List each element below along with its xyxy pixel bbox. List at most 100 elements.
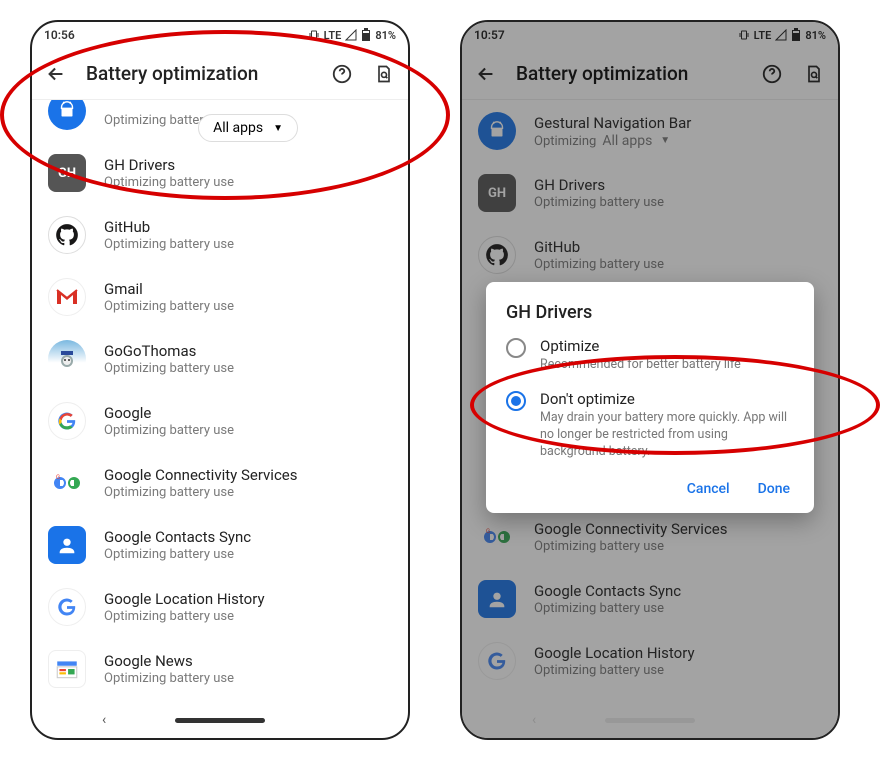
app-row[interactable]: Google Location History Optimizing batte…: [32, 576, 408, 638]
chevron-down-icon: ▼: [660, 135, 670, 146]
nav-bar: ‹: [32, 702, 408, 738]
app-icon: G: [478, 518, 516, 556]
app-name: Google Connectivity Services: [104, 466, 298, 484]
app-name: GH Drivers: [104, 156, 234, 174]
signal-icon: [775, 29, 787, 41]
status-time: 10:56: [44, 28, 75, 42]
app-name: Google Contacts Sync: [534, 582, 681, 600]
option-desc: Recommended for better battery life: [540, 357, 741, 374]
app-icon: [478, 236, 516, 274]
back-icon[interactable]: [44, 62, 68, 86]
app-icon: [48, 216, 86, 254]
page-title: Battery optimization: [86, 62, 312, 85]
status-right: LTE 81%: [308, 28, 396, 42]
filter-dropdown[interactable]: All apps ▼: [198, 114, 298, 142]
app-row[interactable]: Google News Optimizing battery use: [462, 692, 838, 702]
app-name: Google Connectivity Services: [534, 520, 728, 538]
app-status: Optimizing battery use: [534, 195, 664, 210]
app-name: GitHub: [104, 218, 234, 236]
nav-back-icon[interactable]: ‹: [102, 712, 106, 728]
optimization-dialog: GH Drivers Optimize Recommended for bett…: [486, 282, 814, 513]
back-icon[interactable]: [474, 62, 498, 86]
app-icon: GH: [48, 154, 86, 192]
vibrate-icon: [738, 29, 750, 41]
radio-unchecked-icon[interactable]: [506, 338, 526, 358]
app-row[interactable]: G Google Connectivity Services Optimizin…: [32, 452, 408, 514]
status-bar: 10:57 LTE 81%: [462, 22, 838, 48]
option-desc: May drain your battery more quickly. App…: [540, 410, 794, 461]
nav-pill[interactable]: [605, 718, 695, 723]
nav-pill[interactable]: [175, 718, 265, 723]
app-name: Gestural Navigation Bar: [534, 114, 691, 132]
app-row[interactable]: Google Optimizing battery use: [32, 390, 408, 452]
app-row[interactable]: Google Contacts Sync Optimizing battery …: [32, 514, 408, 576]
app-name: Google Location History: [534, 644, 695, 662]
vibrate-icon: [308, 29, 320, 41]
cancel-button[interactable]: Cancel: [687, 481, 730, 497]
app-name: GH Drivers: [534, 176, 664, 194]
app-icon: [48, 650, 86, 688]
app-bar: Battery optimization: [32, 48, 408, 100]
app-status: Optimizing battery use: [534, 601, 681, 616]
app-status: Optimizing battery use: [104, 361, 234, 376]
app-icon: [48, 588, 86, 626]
app-icon: G: [48, 464, 86, 502]
filter-dropdown-inline[interactable]: All apps▼: [602, 133, 670, 149]
help-icon[interactable]: [330, 62, 354, 86]
app-status: Optimizing battery use: [104, 485, 298, 500]
option-optimize[interactable]: Optimize Recommended for better battery …: [506, 337, 794, 374]
app-status: Optimizing battery use: [104, 175, 234, 190]
svg-text:G: G: [486, 528, 490, 535]
app-status: Optimizing battery use: [534, 539, 728, 554]
app-row[interactable]: GitHub Optimizing battery use: [462, 224, 838, 286]
app-row[interactable]: GH GH Drivers Optimizing battery use: [32, 142, 408, 204]
app-name: Google Contacts Sync: [104, 528, 251, 546]
app-icon: [478, 112, 516, 150]
status-net: LTE: [324, 29, 342, 42]
app-list[interactable]: All apps ▼ Gestural Navigation Bar Optim…: [32, 100, 408, 702]
app-name: GoGoThomas: [104, 342, 234, 360]
status-time: 10:57: [474, 28, 505, 42]
app-row[interactable]: Gmail Optimizing battery use: [32, 266, 408, 328]
app-name: GitHub: [534, 238, 664, 256]
status-batt: 81%: [375, 29, 396, 42]
app-row[interactable]: Google Contacts Sync Optimizing battery …: [462, 568, 838, 630]
app-row[interactable]: Google Location History Optimizing batte…: [462, 630, 838, 692]
app-row[interactable]: Gestural Navigation Bar OptimizingAll ap…: [462, 100, 838, 162]
app-name: Gmail: [104, 280, 234, 298]
app-status: Optimizing battery use: [534, 663, 695, 678]
app-row[interactable]: GoGoThomas Optimizing battery use: [32, 328, 408, 390]
filter-label: All apps: [213, 120, 263, 136]
app-name: Google: [104, 404, 234, 422]
app-status: Optimizing battery use: [104, 609, 265, 624]
app-row[interactable]: GitHub Optimizing battery use: [32, 204, 408, 266]
app-icon: [48, 340, 86, 378]
done-button[interactable]: Done: [758, 481, 790, 497]
app-icon: [48, 526, 86, 564]
page-title: Battery optimization: [516, 62, 742, 85]
help-icon[interactable]: [760, 62, 784, 86]
app-row[interactable]: Google News Optimizing battery use: [32, 638, 408, 700]
search-doc-icon[interactable]: [372, 62, 396, 86]
signal-icon: [345, 29, 357, 41]
dialog-title: GH Drivers: [506, 302, 794, 323]
app-row[interactable]: G Google Connectivity Services Optimizin…: [462, 506, 838, 568]
nav-back-icon[interactable]: ‹: [532, 712, 536, 728]
chevron-down-icon: ▼: [273, 123, 283, 134]
app-status: Optimizing battery use: [534, 257, 664, 272]
phone-right: 10:57 LTE 81% Battery optimization Gestu…: [460, 20, 840, 740]
app-icon: [48, 100, 86, 130]
app-status: Optimizing battery use: [104, 547, 251, 562]
status-right: LTE 81%: [738, 28, 826, 42]
battery-icon: [791, 28, 801, 42]
app-bar: Battery optimization: [462, 48, 838, 100]
search-doc-icon[interactable]: [802, 62, 826, 86]
phone-left: 10:56 LTE 81% Battery optimization All a…: [30, 20, 410, 740]
option-dont-optimize[interactable]: Don't optimize May drain your battery mo…: [506, 390, 794, 461]
radio-checked-icon[interactable]: [506, 391, 526, 411]
app-icon: [48, 402, 86, 440]
app-row[interactable]: GH GH Drivers Optimizing battery use: [462, 162, 838, 224]
status-bar: 10:56 LTE 81%: [32, 22, 408, 48]
app-icon: [478, 580, 516, 618]
battery-icon: [361, 28, 371, 42]
